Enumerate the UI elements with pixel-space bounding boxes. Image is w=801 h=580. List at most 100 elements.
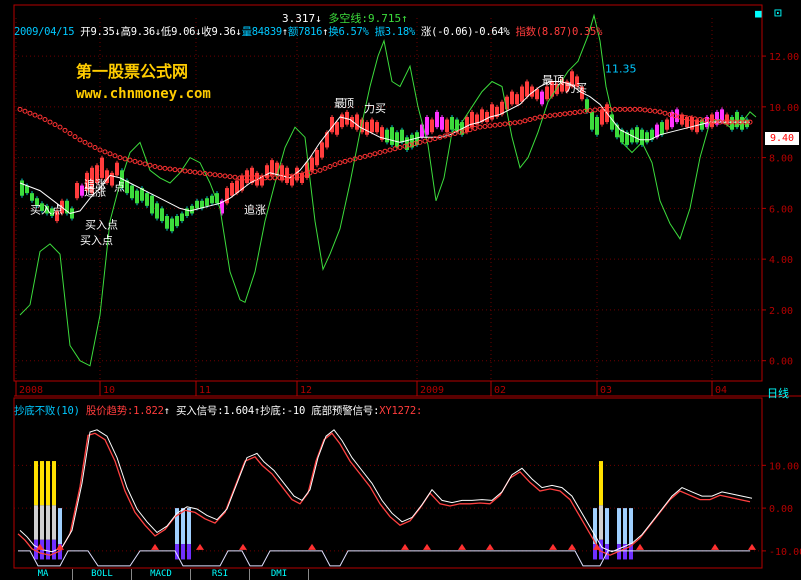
candle-body xyxy=(205,198,209,206)
red-circle-point xyxy=(592,107,598,113)
signal-bar-mid xyxy=(34,505,38,540)
candle-body xyxy=(30,193,34,201)
main-y-tick-label: 2.00 xyxy=(769,306,793,317)
close-value: 9.36 xyxy=(211,26,236,38)
main-y-tick-label: 0.00 xyxy=(769,357,793,368)
main-y-tick-label: 8.00 xyxy=(769,154,793,165)
signal-bar-mid xyxy=(46,505,50,540)
high-label: 高 xyxy=(120,26,132,38)
candle-body xyxy=(510,91,514,105)
trend-line-white xyxy=(19,429,753,553)
signal-bar-top xyxy=(34,461,38,506)
tab-boll[interactable]: BOLL xyxy=(73,569,132,580)
red-triangle-marker xyxy=(196,543,204,550)
red-circle-point xyxy=(232,174,238,180)
date-tick-label: 03 xyxy=(600,385,612,396)
tab-macd[interactable]: MACD xyxy=(132,569,191,580)
red-circle-point xyxy=(512,120,518,126)
candle-body xyxy=(635,127,639,143)
red-circle-point xyxy=(182,168,188,174)
candle-body xyxy=(595,117,599,135)
tab-rsi[interactable]: RSI xyxy=(191,569,250,580)
candle-body xyxy=(355,114,359,130)
red-circle-point xyxy=(472,125,478,131)
watermark-url: www.chnmoney.com xyxy=(76,86,211,102)
red-circle-point xyxy=(42,117,48,123)
current-price-tag: 9.40 xyxy=(765,132,799,145)
tab-dmi[interactable]: DMI xyxy=(250,569,309,580)
square-icon[interactable]: ■ xyxy=(755,7,762,20)
red-circle-point xyxy=(22,108,28,114)
signal-bar-mid xyxy=(40,505,44,540)
red-circle-point xyxy=(337,160,343,166)
main-y-tick-label: 6.00 xyxy=(769,204,793,215)
red-circle-point xyxy=(322,165,328,171)
candle-body xyxy=(375,122,379,133)
tab-ma[interactable]: MA xyxy=(14,569,73,580)
red-circle-point xyxy=(162,165,168,171)
red-triangle-marker xyxy=(568,543,576,550)
candle-body xyxy=(335,122,339,135)
volume-label: 量 xyxy=(241,26,253,38)
signal-bar-mid xyxy=(599,505,603,540)
candle-body xyxy=(230,183,234,196)
index-label: 指数 xyxy=(515,26,536,38)
red-circle-point xyxy=(62,127,68,133)
open-label: 开 xyxy=(80,26,91,38)
candle-body xyxy=(545,86,549,100)
red-circle-point xyxy=(332,162,338,168)
sub-y-tick-label: 10.00 xyxy=(769,461,799,472)
red-circle-point xyxy=(222,173,228,179)
sub-y-tick-label: 0.00 xyxy=(769,504,793,515)
candle-body xyxy=(590,111,594,130)
red-circle-point xyxy=(327,164,333,169)
red-circle-point xyxy=(652,108,658,114)
red-circle-point xyxy=(502,121,508,127)
bottom-value: -10 xyxy=(286,405,306,417)
signal-bar-top xyxy=(46,461,50,506)
date-tick-label: 11 xyxy=(199,385,211,396)
red-circle-point xyxy=(547,113,553,119)
candle-body xyxy=(440,117,444,130)
red-circle-point xyxy=(627,106,633,112)
chart-annotation: 买入点 xyxy=(30,203,63,216)
index-value: (8.87) xyxy=(535,26,572,38)
candle-body xyxy=(435,111,439,128)
red-triangle-marker xyxy=(711,543,719,550)
date-tick-label: 2009 xyxy=(420,385,444,396)
red-circle-point xyxy=(52,122,58,128)
trend-line-red xyxy=(17,432,751,556)
red-circle-point xyxy=(167,166,173,172)
red-circle-point xyxy=(217,172,223,178)
period-label[interactable]: 日线 xyxy=(767,385,789,401)
red-triangle-marker xyxy=(423,543,431,550)
candle-body xyxy=(150,195,154,214)
red-circle-point xyxy=(662,110,668,116)
red-circle-point xyxy=(132,158,138,164)
red-circle-point xyxy=(367,152,373,158)
open-value: 9.35 xyxy=(90,26,115,38)
maximize-icon[interactable]: ⊡ xyxy=(774,6,782,21)
candle-body xyxy=(450,117,454,130)
chart-annotation: 追涨 xyxy=(244,202,266,216)
red-circle-point xyxy=(27,110,33,116)
signal-bar-top xyxy=(40,461,44,506)
candle-body xyxy=(665,119,669,130)
red-circle-point xyxy=(142,161,148,167)
red-circle-point xyxy=(622,106,628,112)
candle-body xyxy=(535,89,539,100)
red-circle-point xyxy=(47,119,53,125)
red-circle-point xyxy=(532,115,538,121)
candle-body xyxy=(145,193,149,206)
low-label: 低 xyxy=(160,26,172,38)
red-circle-point xyxy=(152,164,158,169)
signal-bar-bottom xyxy=(187,544,191,560)
trend-arrow: ↑ xyxy=(163,405,170,417)
candle-body xyxy=(370,119,374,133)
red-circle-point xyxy=(562,111,568,117)
red-circle-point xyxy=(227,174,233,180)
red-circle-point xyxy=(157,165,163,171)
candle-body xyxy=(445,119,449,133)
indicator-tab-bar: MA BOLL MACD RSI DMI xyxy=(14,569,314,580)
turnover-label: 换 xyxy=(328,26,339,38)
